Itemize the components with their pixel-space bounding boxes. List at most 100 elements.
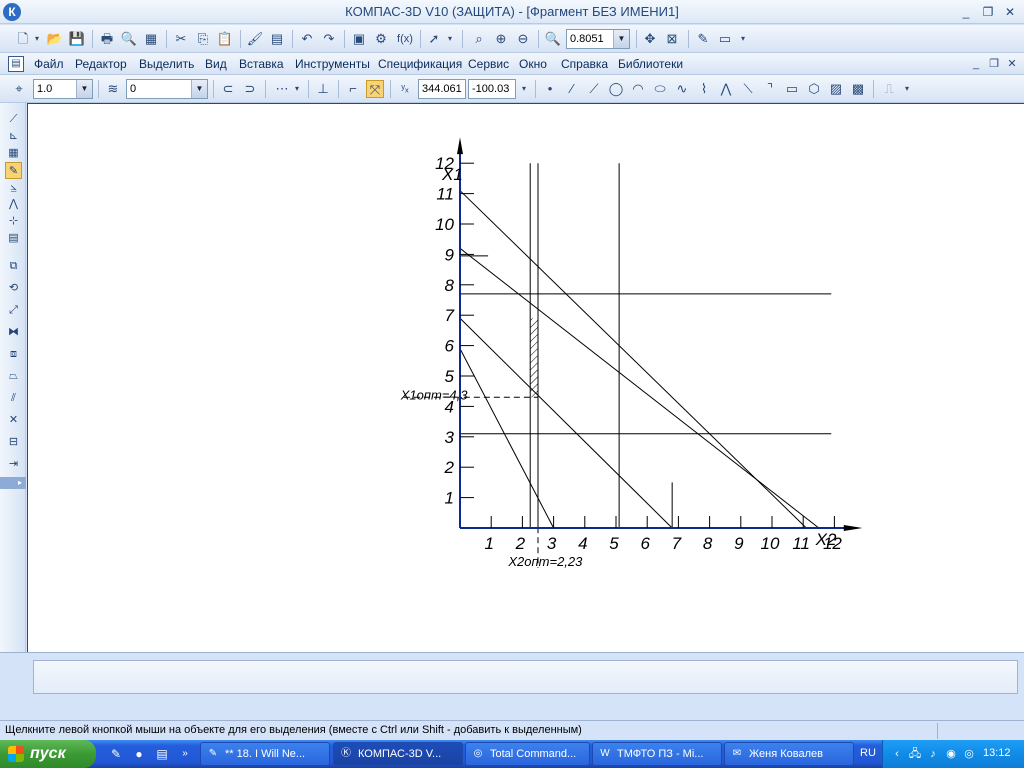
step-combo[interactable]: 1.0 ▼ bbox=[33, 79, 93, 99]
menu-libraries[interactable]: Библиотеки bbox=[618, 57, 683, 71]
fillet-icon[interactable]: ⌝ bbox=[761, 80, 779, 98]
designations-icon[interactable]: ▦ bbox=[5, 145, 22, 162]
quicklaunch-more-icon[interactable]: » bbox=[177, 746, 193, 762]
task-total-commander[interactable]: ◎ Total Command... bbox=[465, 742, 590, 766]
save-icon[interactable]: 💾 bbox=[68, 30, 86, 48]
fill-icon[interactable]: ▩ bbox=[849, 80, 867, 98]
help-pointer-icon[interactable]: ➚ bbox=[425, 30, 443, 48]
measurements-icon[interactable]: ⋀ bbox=[5, 196, 22, 213]
pan-icon[interactable]: ✥ bbox=[641, 30, 659, 48]
menu-specification[interactable]: Спецификация bbox=[378, 57, 462, 71]
mirror-icon[interactable]: ⧓ bbox=[5, 324, 22, 341]
paste-icon[interactable]: 📋 bbox=[216, 30, 234, 48]
layers-icon[interactable]: ≋ bbox=[104, 80, 122, 98]
ellipse-icon[interactable]: ⬭ bbox=[651, 80, 669, 98]
zoom-in-icon[interactable]: ⊕ bbox=[492, 30, 510, 48]
open-folder-icon[interactable]: 📂 bbox=[46, 30, 64, 48]
cursor-step-icon[interactable]: ⌖ bbox=[10, 80, 28, 98]
circle-icon[interactable]: ◯ bbox=[607, 80, 625, 98]
variables-icon[interactable]: f(x) bbox=[394, 30, 416, 48]
auxiliary-line-icon[interactable]: ⁄ bbox=[563, 80, 581, 98]
copy-icon[interactable]: ⎘ bbox=[194, 30, 212, 48]
doc-minimize-button[interactable]: _ bbox=[968, 56, 984, 72]
tray-app-icon[interactable]: ◉ bbox=[943, 746, 959, 762]
drawing-canvas[interactable]: 1 2 3 4 5 6 7 8 9 10 11 12 1 2 3 4 5 6 7 8 9 10 11 12 X2 X1 X1о… bbox=[27, 103, 1024, 652]
manager-icon[interactable]: ▤ bbox=[268, 30, 286, 48]
start-button[interactable]: пуск bbox=[0, 740, 96, 768]
rotate-icon[interactable]: ⟲ bbox=[5, 280, 22, 297]
tray-antivirus-icon[interactable]: ◎ bbox=[961, 746, 977, 762]
zoom-out-icon[interactable]: ⊖ bbox=[514, 30, 532, 48]
menu-help[interactable]: Справка bbox=[561, 57, 608, 71]
toolbar-overflow-icon[interactable]: ▾ bbox=[738, 30, 748, 48]
menu-view[interactable]: Вид bbox=[205, 57, 227, 71]
close-button[interactable]: ✕ bbox=[1000, 3, 1020, 21]
selection-icon[interactable]: ⊹ bbox=[5, 213, 22, 230]
redo-icon[interactable]: ↷ bbox=[320, 30, 338, 48]
task-music[interactable]: ✎ ** 18. I Will Ne... bbox=[200, 742, 330, 766]
arc-icon[interactable]: ◠ bbox=[629, 80, 647, 98]
zoom-combo[interactable]: 0.8051 ▼ bbox=[566, 29, 630, 49]
new-dropdown-icon[interactable]: ▾ bbox=[32, 30, 42, 48]
quicklaunch-kompas-icon[interactable]: ✎ bbox=[108, 746, 124, 762]
grid-dropdown-icon[interactable]: ▾ bbox=[292, 80, 302, 98]
refresh-icon[interactable]: ✎ bbox=[694, 30, 712, 48]
parametrization-icon[interactable]: ⦥ bbox=[5, 179, 22, 196]
new-document-icon[interactable]: 🗋 bbox=[14, 30, 32, 48]
zoom-scale-icon[interactable]: 🔍 bbox=[544, 30, 562, 48]
geometry-icon[interactable]: ⟋ bbox=[5, 111, 22, 128]
toolbar-expand-icon[interactable]: ▸ bbox=[0, 477, 26, 489]
chamfer-icon[interactable]: ⟍ bbox=[739, 80, 757, 98]
restore-button[interactable]: ❐ bbox=[978, 3, 998, 21]
hatch-icon[interactable]: ▨ bbox=[827, 80, 845, 98]
rectangle-icon[interactable]: ▭ bbox=[783, 80, 801, 98]
language-indicator[interactable]: RU bbox=[860, 747, 876, 759]
scale-icon[interactable]: ⤢ bbox=[5, 302, 22, 319]
document-icon[interactable]: ▤ bbox=[8, 56, 24, 72]
deform-icon[interactable]: ⏢ bbox=[5, 368, 22, 385]
segment-icon[interactable]: ⟋ bbox=[585, 80, 603, 98]
library-manager-icon[interactable]: ⚙ bbox=[372, 30, 390, 48]
task-kompas[interactable]: Ⓚ КОМПАС-3D V... bbox=[333, 742, 463, 766]
tray-network-icon[interactable]: 🖧 bbox=[907, 746, 923, 762]
dimensions-icon[interactable]: ⊾ bbox=[5, 128, 22, 145]
editing-icon[interactable]: ✎ bbox=[5, 162, 22, 179]
bezier-icon[interactable]: ⌇ bbox=[695, 80, 713, 98]
task-word[interactable]: W ТМФТО ПЗ - Mi... bbox=[592, 742, 722, 766]
menu-tools[interactable]: Инструменты bbox=[295, 57, 370, 71]
grid-icon[interactable]: ⋯ bbox=[273, 80, 291, 98]
show-all-icon[interactable]: ⊠ bbox=[663, 30, 681, 48]
split-icon[interactable]: ⊟ bbox=[5, 434, 22, 451]
layer-combo[interactable]: 0 ▼ bbox=[126, 79, 208, 99]
menu-insert[interactable]: Вставка bbox=[239, 57, 284, 71]
toolbar-overflow-icon[interactable]: ▾ bbox=[902, 80, 912, 98]
property-panel-area[interactable] bbox=[33, 660, 1018, 694]
parametric-mode-icon[interactable]: ⤧ bbox=[366, 80, 384, 98]
help-dropdown-icon[interactable]: ▾ bbox=[445, 30, 455, 48]
menu-edit[interactable]: Редактор bbox=[75, 57, 127, 71]
tree-icon[interactable]: ▣ bbox=[350, 30, 368, 48]
point-icon[interactable]: • bbox=[541, 80, 559, 98]
break-icon[interactable]: ✕ bbox=[5, 412, 22, 429]
doc-close-button[interactable]: ✕ bbox=[1004, 56, 1020, 72]
cut-icon[interactable]: ✂ bbox=[172, 30, 190, 48]
spline-icon[interactable]: ∿ bbox=[673, 80, 691, 98]
spec-icon[interactable]: ▤ bbox=[5, 230, 22, 247]
copy-objects-icon[interactable]: ⧈ bbox=[5, 346, 22, 363]
local-cs-icon[interactable]: ⊥ bbox=[314, 80, 332, 98]
trim-icon[interactable]: ⫽ bbox=[5, 390, 22, 407]
tray-volume-icon[interactable]: ♪ bbox=[925, 746, 941, 762]
print-icon[interactable]: 🖶 bbox=[98, 30, 116, 48]
print-preview-icon[interactable]: 🔍 bbox=[120, 30, 138, 48]
display-icon[interactable]: ▭ bbox=[716, 30, 734, 48]
menu-select[interactable]: Выделить bbox=[139, 57, 194, 71]
zoom-window-icon[interactable]: ⌕ bbox=[470, 30, 488, 48]
equidistant-icon[interactable]: ⎍ bbox=[880, 80, 898, 98]
menu-file[interactable]: Файл bbox=[34, 57, 64, 71]
snap-off-icon[interactable]: ⊃ bbox=[241, 80, 259, 98]
coord-y-field[interactable]: -100.03 bbox=[468, 79, 516, 99]
chevron-down-icon[interactable]: ▼ bbox=[191, 80, 207, 98]
tray-expand-icon[interactable]: ‹ bbox=[889, 746, 905, 762]
chevron-down-icon[interactable]: ▼ bbox=[76, 80, 92, 98]
doc-restore-button[interactable]: ❐ bbox=[986, 56, 1002, 72]
